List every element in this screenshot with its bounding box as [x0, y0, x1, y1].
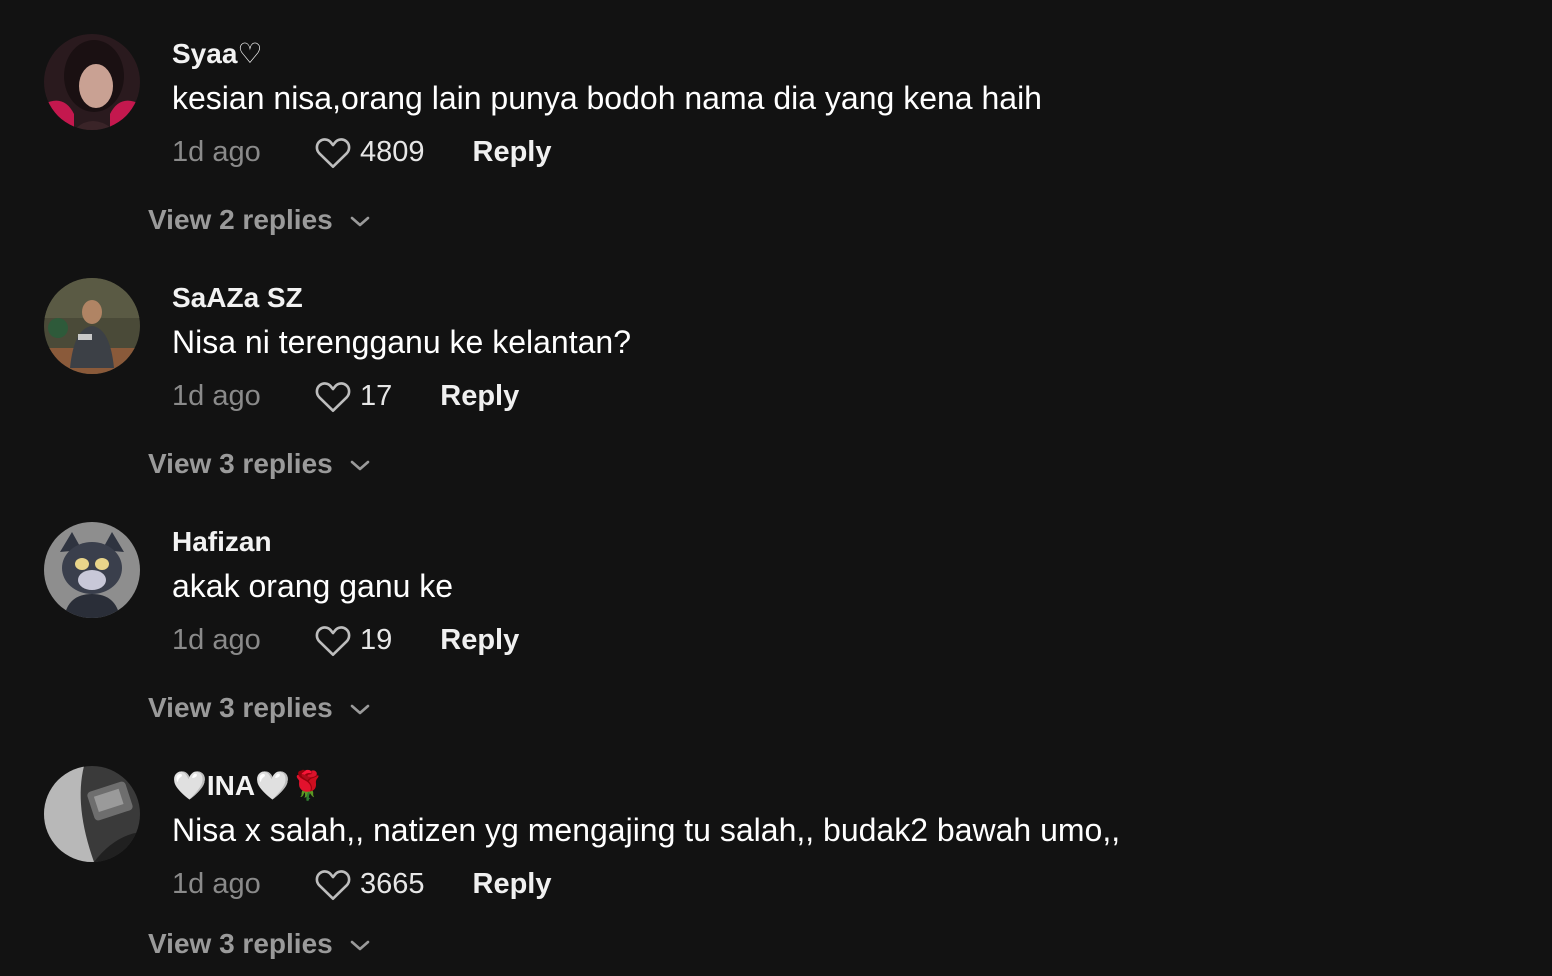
- reply-button[interactable]: Reply: [440, 380, 519, 413]
- view-replies-label: View 3 replies: [148, 928, 333, 959]
- like-button[interactable]: 17: [314, 379, 392, 413]
- comment-text: kesian nisa,orang lain punya bodoh nama …: [172, 80, 1042, 116]
- comment-username[interactable]: 🤍INA🤍🌹: [172, 768, 325, 804]
- like-count: 17: [360, 379, 393, 412]
- comment-text: Nisa ni terengganu ke kelantan?: [172, 324, 631, 360]
- heart-outline-icon: [315, 870, 351, 900]
- avatar-image: [44, 766, 140, 862]
- reply-button[interactable]: Reply: [473, 868, 552, 901]
- reply-button[interactable]: Reply: [473, 136, 552, 169]
- comment-username[interactable]: Syaa♡: [172, 36, 263, 72]
- like-count: 3665: [360, 867, 425, 900]
- chevron-down-icon: [350, 216, 370, 227]
- avatar[interactable]: [44, 522, 140, 618]
- like-count: 19: [360, 623, 393, 656]
- comment-time: 1d ago: [172, 135, 261, 168]
- comment-username[interactable]: SaAZa SZ: [172, 280, 303, 316]
- view-replies-button[interactable]: View 3 replies: [148, 444, 371, 484]
- view-replies-button[interactable]: View 2 replies: [148, 200, 371, 240]
- avatar-image: [44, 278, 140, 374]
- view-replies-label: View 3 replies: [148, 448, 333, 479]
- avatar[interactable]: [44, 766, 140, 862]
- heart-outline-icon: [315, 382, 351, 412]
- comment-item: Syaa♡ kesian nisa,orang lain punya bodoh…: [0, 0, 1552, 244]
- like-button[interactable]: 3665: [314, 867, 425, 901]
- comment-item: SaAZa SZ Nisa ni terengganu ke kelantan?…: [0, 244, 1552, 488]
- comment-time: 1d ago: [172, 867, 261, 900]
- avatar-image: [44, 34, 140, 130]
- chevron-down-icon: [350, 940, 370, 951]
- like-count: 4809: [360, 135, 425, 168]
- view-replies-label: View 2 replies: [148, 204, 333, 235]
- comment-item: 🤍INA🤍🌹 Nisa x salah,, natizen yg mengaji…: [0, 732, 1552, 976]
- like-button[interactable]: 19: [314, 623, 392, 657]
- comment-text: Nisa x salah,, natizen yg mengajing tu s…: [172, 812, 1121, 848]
- view-replies-label: View 3 replies: [148, 692, 333, 723]
- comment-meta: 1d ago 4809 Reply: [172, 130, 552, 174]
- comment-meta: 1d ago 3665 Reply: [172, 862, 552, 906]
- avatar-image: [44, 522, 140, 618]
- chevron-down-icon: [350, 460, 370, 471]
- view-replies-button[interactable]: View 3 replies: [148, 924, 371, 964]
- like-button[interactable]: 4809: [314, 135, 425, 169]
- comment-text: akak orang ganu ke: [172, 568, 454, 604]
- comment-item: Hafizan akak orang ganu ke 1d ago 19 Rep…: [0, 488, 1552, 732]
- heart-outline-icon: [315, 138, 351, 168]
- comment-username[interactable]: Hafizan: [172, 524, 272, 560]
- comment-time: 1d ago: [172, 379, 261, 412]
- chevron-down-icon: [350, 704, 370, 715]
- heart-outline-icon: [315, 626, 351, 656]
- avatar[interactable]: [44, 34, 140, 130]
- comment-meta: 1d ago 17 Reply: [172, 374, 519, 418]
- comment-meta: 1d ago 19 Reply: [172, 618, 519, 662]
- comment-time: 1d ago: [172, 623, 261, 656]
- avatar[interactable]: [44, 278, 140, 374]
- reply-button[interactable]: Reply: [440, 624, 519, 657]
- view-replies-button[interactable]: View 3 replies: [148, 688, 371, 728]
